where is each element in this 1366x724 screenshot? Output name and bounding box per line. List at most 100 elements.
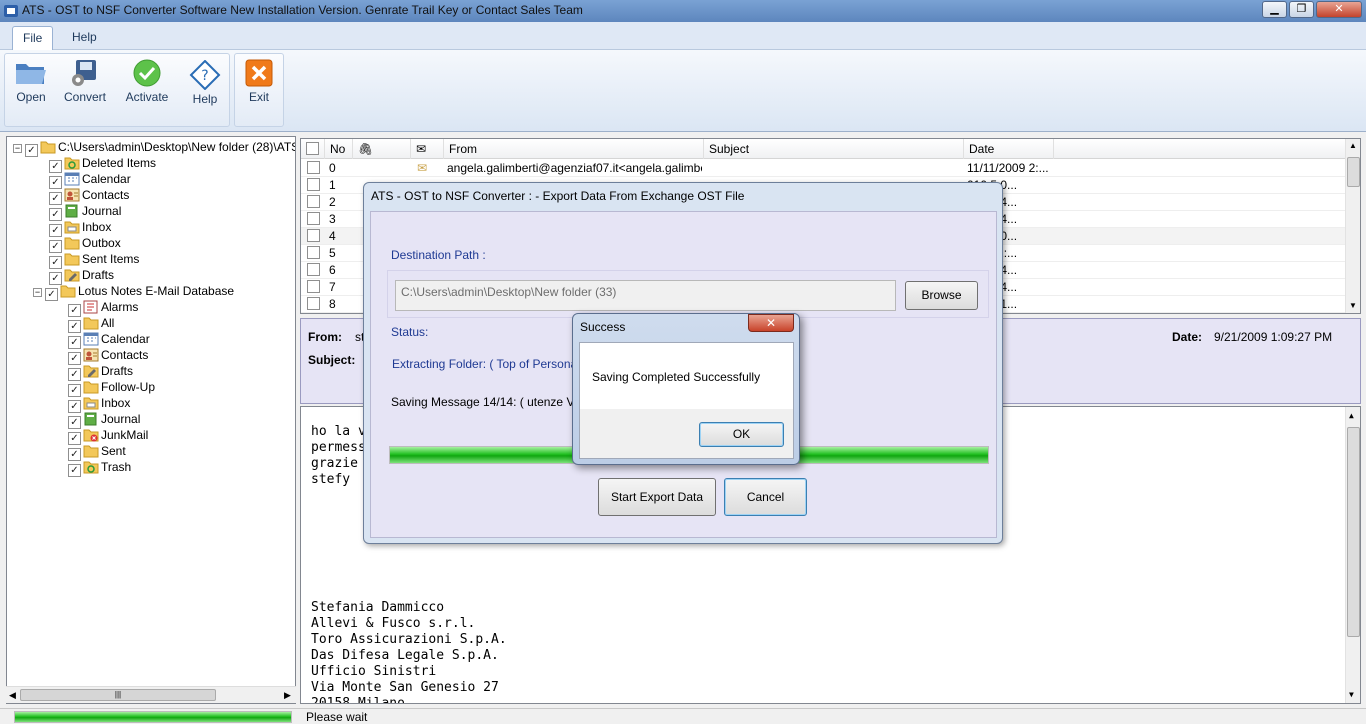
tree-db-root-label: Lotus Notes E-Mail Database <box>78 284 235 298</box>
tree-db-root[interactable]: − ✓ Lotus Notes E-Mail Database <box>33 283 235 301</box>
scroll-up-icon[interactable]: ▲ <box>1349 141 1357 150</box>
tree-item[interactable]: ✓ Calendar <box>68 331 150 349</box>
menu-file[interactable]: File <box>12 26 54 50</box>
minimize-button[interactable]: ▁ <box>1262 1 1287 18</box>
column-from[interactable]: From <box>444 139 704 159</box>
row-checkbox-cell[interactable] <box>307 245 323 262</box>
tree-root-label: C:\Users\admin\Desktop\New folder (28)\A… <box>58 140 296 154</box>
email-list-scrollbar[interactable]: ▲ ▼ <box>1345 139 1360 313</box>
ok-button[interactable]: OK <box>699 422 784 447</box>
success-close-button[interactable]: ✕ <box>748 314 794 332</box>
tree-item[interactable]: ✓ Inbox <box>49 219 111 237</box>
row-checkbox[interactable] <box>307 246 320 259</box>
success-dialog-title: Success <box>580 320 626 334</box>
tree-item[interactable]: ✓ Drafts <box>68 363 133 381</box>
scroll-right-icon[interactable]: ▶ <box>284 690 291 701</box>
collapse-icon[interactable]: − <box>33 288 42 297</box>
tree-item[interactable]: ✓ Follow-Up <box>68 379 155 397</box>
help-button[interactable]: ? Help <box>181 60 229 116</box>
tree-item[interactable]: ✓ Journal <box>49 203 121 221</box>
row-checkbox[interactable] <box>307 263 320 276</box>
folder-icon <box>64 253 80 266</box>
tree-item[interactable]: ✓ JunkMail <box>68 427 148 445</box>
menu-help[interactable]: Help <box>62 26 107 50</box>
tree-item[interactable]: ✓ Contacts <box>68 347 148 365</box>
row-checkbox-cell[interactable] <box>307 160 323 177</box>
open-button[interactable]: Open <box>7 58 55 114</box>
tree-item[interactable]: ✓ Sent <box>68 443 126 461</box>
tree-item[interactable]: ✓ All <box>68 315 114 333</box>
row-checkbox-cell[interactable] <box>307 296 323 313</box>
collapse-icon[interactable]: − <box>13 144 22 153</box>
row-checkbox[interactable] <box>307 229 320 242</box>
body-line: permess <box>311 440 366 455</box>
tree-scroll-thumb[interactable]: ||| <box>20 689 216 701</box>
journal-icon <box>84 412 97 426</box>
column-type[interactable]: ✉ <box>411 139 444 159</box>
table-row[interactable]: 0 ✉ angela.galimberti@agenziaf07.it<angela… <box>301 160 1345 177</box>
column-subject[interactable]: Subject <box>704 139 964 159</box>
inbox-icon <box>64 221 80 234</box>
exit-button[interactable]: Exit <box>235 58 283 114</box>
activate-button[interactable]: Activate <box>123 58 171 114</box>
body-line: Toro Assicurazioni S.p.A. <box>311 632 507 647</box>
scroll-up-icon[interactable]: ▲ <box>1349 411 1354 420</box>
browse-button[interactable]: Browse <box>905 281 978 310</box>
body-line: Stefania Dammicco <box>311 600 445 615</box>
row-checkbox[interactable] <box>307 178 320 191</box>
maximize-button[interactable]: ❐ <box>1289 1 1314 18</box>
tree-item-label: Calendar <box>101 332 150 346</box>
tree-item[interactable]: ✓ Alarms <box>68 299 138 317</box>
tree-checkbox[interactable]: ✓ <box>25 144 38 157</box>
row-checkbox[interactable] <box>307 297 320 310</box>
tree-item[interactable]: ✓ Deleted Items <box>49 155 156 173</box>
cancel-button[interactable]: Cancel <box>724 478 807 516</box>
tree-item[interactable]: ✓ Sent Items <box>49 251 139 269</box>
message-body-scroll-thumb[interactable] <box>1347 427 1360 637</box>
row-checkbox[interactable] <box>307 161 320 174</box>
email-list-scroll-thumb[interactable] <box>1347 157 1360 187</box>
row-checkbox[interactable] <box>307 212 320 225</box>
tree-item-label: Journal <box>101 412 141 426</box>
tree-item[interactable]: ✓ Outbox <box>49 235 121 253</box>
tree-horizontal-scrollbar[interactable]: ◀ ||| ▶ <box>6 686 296 703</box>
row-checkbox-cell[interactable] <box>307 228 323 245</box>
convert-button[interactable]: Convert <box>61 58 109 114</box>
recycle-icon <box>83 461 99 474</box>
tree-checkbox[interactable]: ✓ <box>68 464 81 477</box>
alarms-icon <box>83 300 98 314</box>
email-list-header: No 🖇 ✉ From Subject Date <box>301 139 1345 159</box>
row-checkbox-cell[interactable] <box>307 211 323 228</box>
tree-item[interactable]: ✓ Calendar <box>49 171 131 189</box>
tree-item[interactable]: ✓ Drafts <box>49 267 114 285</box>
tree-item[interactable]: ✓ Trash <box>68 459 131 477</box>
tree-root[interactable]: − ✓ C:\Users\admin\Desktop\New folder (28)… <box>13 139 296 157</box>
title-bar: ATS - OST to NSF Converter Software New … <box>0 0 1366 22</box>
column-no[interactable]: No <box>325 139 353 159</box>
tree-item[interactable]: ✓ Inbox <box>68 395 130 413</box>
drafts-icon <box>64 269 80 282</box>
help-button-label: Help <box>192 92 218 106</box>
row-checkbox-cell[interactable] <box>307 262 323 279</box>
row-checkbox[interactable] <box>307 195 320 208</box>
tree-item[interactable]: ✓ Journal <box>68 411 141 429</box>
contacts-icon <box>64 188 80 202</box>
header-select-all[interactable] <box>301 139 325 159</box>
message-body-scrollbar[interactable]: ▲ ▼ <box>1345 407 1360 703</box>
scroll-down-icon[interactable]: ▼ <box>1349 301 1357 310</box>
tree-item[interactable]: ✓ Contacts <box>49 187 129 205</box>
window-title: ATS - OST to NSF Converter Software New … <box>22 3 583 17</box>
row-checkbox[interactable] <box>307 280 320 293</box>
close-button[interactable]: ✕ <box>1316 1 1362 18</box>
select-all-checkbox[interactable] <box>306 142 319 155</box>
destination-path-field[interactable]: C:\Users\admin\Desktop\New folder (33) <box>395 280 896 311</box>
scroll-down-icon[interactable]: ▼ <box>1349 690 1354 699</box>
row-checkbox-cell[interactable] <box>307 194 323 211</box>
scroll-left-icon[interactable]: ◀ <box>9 690 16 701</box>
column-date[interactable]: Date <box>964 139 1054 159</box>
row-checkbox-cell[interactable] <box>307 279 323 296</box>
column-attachment[interactable]: 🖇 <box>353 139 411 159</box>
tree-checkbox[interactable]: ✓ <box>45 288 58 301</box>
row-checkbox-cell[interactable] <box>307 177 323 194</box>
start-export-button[interactable]: Start Export Data <box>598 478 716 516</box>
